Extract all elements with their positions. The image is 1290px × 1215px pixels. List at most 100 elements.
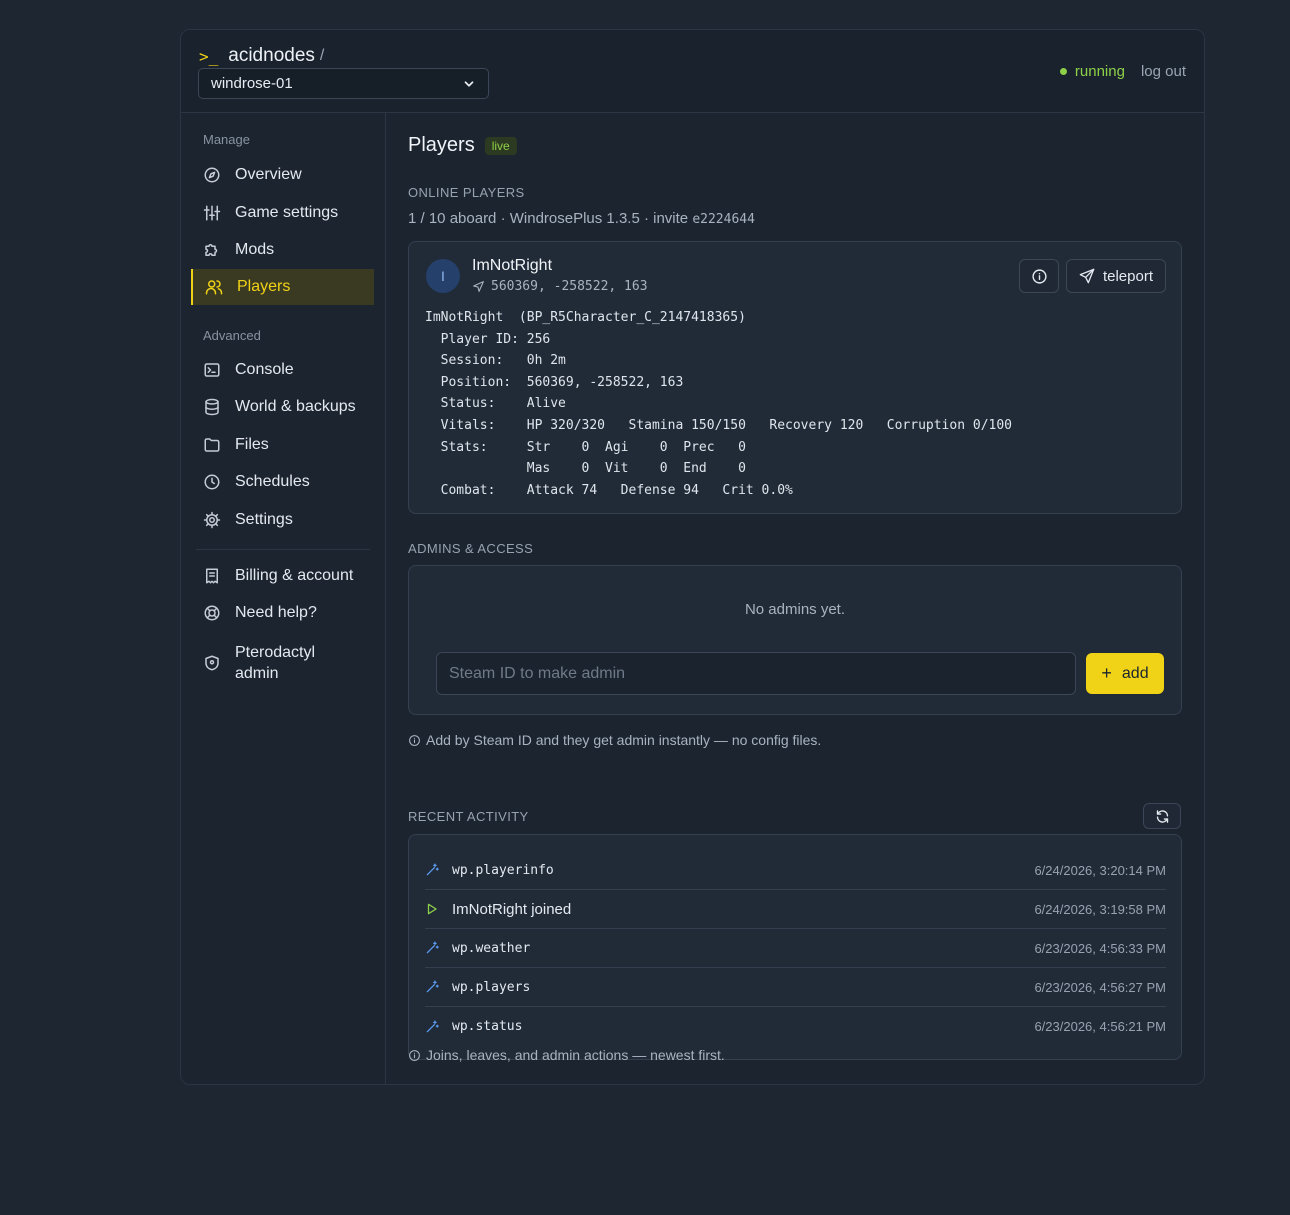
activity-time: 6/23/2026, 4:56:21 PM xyxy=(1034,1019,1166,1034)
player-info-button[interactable] xyxy=(1019,259,1059,293)
page-title-text: Players xyxy=(408,134,475,156)
admins-card: No admins yet. + add xyxy=(408,565,1182,715)
sidebar-item-world-backups[interactable]: World & backups xyxy=(191,389,374,425)
sidebar-item-players[interactable]: Players xyxy=(191,269,374,305)
sidebar-item-label: Players xyxy=(237,278,291,295)
folder-icon xyxy=(204,438,220,452)
sidebar-item-label: World & backups xyxy=(235,398,356,415)
no-admins-message: No admins yet. xyxy=(744,601,846,618)
sidebar-item-settings[interactable]: Settings xyxy=(191,502,374,538)
admins-hint-text: Add by Steam ID and they get admin insta… xyxy=(426,732,822,748)
sidebar-item-game-settings[interactable]: Game settings xyxy=(191,195,374,231)
live-badge: live xyxy=(484,136,517,155)
sliders-icon xyxy=(203,205,221,221)
info-icon xyxy=(409,734,420,746)
sidebar-item-label: Need help? xyxy=(235,604,317,621)
sidebar-item-label-line1: Pterodactyl xyxy=(235,644,316,661)
sidebar: Manage Overview Game settings Mods Playe… xyxy=(181,113,386,1084)
sidebar-item-label-line2: admin xyxy=(235,665,279,682)
info-line: Vitals: HP 320/320 Stamina 150/150 Recov… xyxy=(425,417,1012,433)
add-admin-button[interactable]: + add xyxy=(1086,653,1164,694)
admins-access-label: ADMINS & ACCESS xyxy=(408,541,534,556)
sidebar-item-console[interactable]: Console xyxy=(191,352,374,388)
activity-row: wp.status 6/23/2026, 4:56:21 PM xyxy=(425,1007,1166,1046)
player-name: ImNotRight xyxy=(472,257,553,274)
receipt-icon xyxy=(206,568,218,584)
wand-icon xyxy=(426,941,439,954)
activity-row: ImNotRight joined 6/24/2026, 3:19:58 PM xyxy=(425,890,1166,929)
activity-card: wp.playerinfo 6/24/2026, 3:20:14 PM ImNo… xyxy=(408,834,1182,1060)
plus-icon: + xyxy=(1101,663,1112,683)
activity-time: 6/24/2026, 3:19:58 PM xyxy=(1034,901,1166,917)
activity-row: wp.playerinfo 6/24/2026, 3:20:14 PM xyxy=(425,851,1166,890)
info-line: Status: Alive xyxy=(425,396,566,412)
wand-icon xyxy=(426,980,439,993)
online-summary-text: 1 / 10 aboard · WindrosePlus 1.3.5 · inv… xyxy=(408,210,693,227)
teleport-label: teleport xyxy=(1102,267,1154,285)
player-card: I ImNotRight 560369, -258522, 163 telepo… xyxy=(408,241,1182,514)
app-panel: >_ acidnodes / windrose-01 running log o… xyxy=(180,29,1205,1085)
steam-id-input[interactable] xyxy=(436,652,1076,695)
activity-label: wp.playerinfo xyxy=(452,862,554,878)
activity-time: 6/23/2026, 4:56:27 PM xyxy=(1034,979,1166,995)
server-status-area: running log out xyxy=(1059,63,1186,80)
sidebar-item-schedules[interactable]: Schedules xyxy=(191,464,374,500)
server-status: running xyxy=(1074,63,1125,80)
activity-time: 6/24/2026, 3:20:14 PM xyxy=(1034,862,1166,878)
sidebar-item-label: Settings xyxy=(235,511,293,528)
sidebar-item-mods[interactable]: Mods xyxy=(191,232,374,268)
users-icon xyxy=(205,280,223,295)
wand-icon xyxy=(426,863,439,876)
database-icon xyxy=(205,398,219,416)
sidebar-section-manage: Manage xyxy=(203,132,250,147)
compass-icon xyxy=(204,167,220,183)
sidebar-divider xyxy=(196,549,370,550)
sidebar-item-files[interactable]: Files xyxy=(191,427,374,463)
activity-row: wp.weather 6/23/2026, 4:56:33 PM xyxy=(425,929,1166,968)
recent-activity-label: RECENT ACTIVITY xyxy=(408,809,529,824)
sidebar-item-billing[interactable]: Billing & account xyxy=(191,558,374,594)
server-select-value: windrose-01 xyxy=(211,75,293,92)
activity-label: wp.status xyxy=(452,1019,523,1034)
info-icon xyxy=(1031,268,1047,284)
teleport-button[interactable]: teleport xyxy=(1066,259,1166,293)
avatar: I xyxy=(426,259,460,293)
refresh-activity-button[interactable] xyxy=(1143,803,1181,829)
player-coords-value: 560369, -258522, 163 xyxy=(491,279,648,294)
sidebar-item-label: Overview xyxy=(235,166,302,183)
page-title: Players live xyxy=(408,134,517,157)
player-coords: 560369, -258522, 163 xyxy=(472,279,648,294)
activity-hint-text: Joins, leaves, and admin actions — newes… xyxy=(426,1047,725,1063)
logout-link[interactable]: log out xyxy=(1141,63,1186,80)
sidebar-section-advanced: Advanced xyxy=(203,328,261,343)
sidebar-item-label: Console xyxy=(235,361,294,378)
info-line: Player ID: 256 xyxy=(425,331,551,347)
invite-code[interactable]: e2224644 xyxy=(692,212,755,227)
online-summary: 1 / 10 aboard · WindrosePlus 1.3.5 · inv… xyxy=(408,210,755,227)
clock-icon xyxy=(204,474,220,490)
puzzle-icon xyxy=(205,244,218,256)
activity-label: wp.players xyxy=(452,979,531,995)
server-select[interactable]: windrose-01 xyxy=(198,68,489,99)
shield-icon xyxy=(205,655,219,671)
activity-label: wp.weather xyxy=(452,940,531,956)
sidebar-item-label: Mods xyxy=(235,241,275,258)
sidebar-item-overview[interactable]: Overview xyxy=(191,157,374,193)
terminal-icon xyxy=(204,363,220,377)
send-icon xyxy=(1079,268,1095,284)
sidebar-item-label: Files xyxy=(235,436,269,453)
brand[interactable]: >_ acidnodes / xyxy=(199,45,324,67)
sidebar-item-help[interactable]: Need help? xyxy=(191,595,374,631)
info-line: Stats: Str 0 Agi 0 Prec 0 xyxy=(425,439,746,455)
activity-label: ImNotRight joined xyxy=(452,900,572,918)
wand-icon xyxy=(426,1020,439,1032)
sidebar-item-label: Pterodactyl admin xyxy=(235,642,315,684)
online-players-label: ONLINE PLAYERS xyxy=(408,185,525,200)
activity-row: wp.players 6/23/2026, 4:56:27 PM xyxy=(425,968,1166,1007)
info-line: Combat: Attack 74 Defense 94 Crit 0.0% xyxy=(425,482,793,498)
brand-separator: / xyxy=(319,47,325,64)
admins-hint: Add by Steam ID and they get admin insta… xyxy=(408,732,821,748)
sidebar-item-label: Schedules xyxy=(235,473,310,490)
chevron-down-icon xyxy=(464,80,474,87)
sidebar-item-pterodactyl-admin[interactable]: Pterodactyl admin xyxy=(191,639,374,687)
